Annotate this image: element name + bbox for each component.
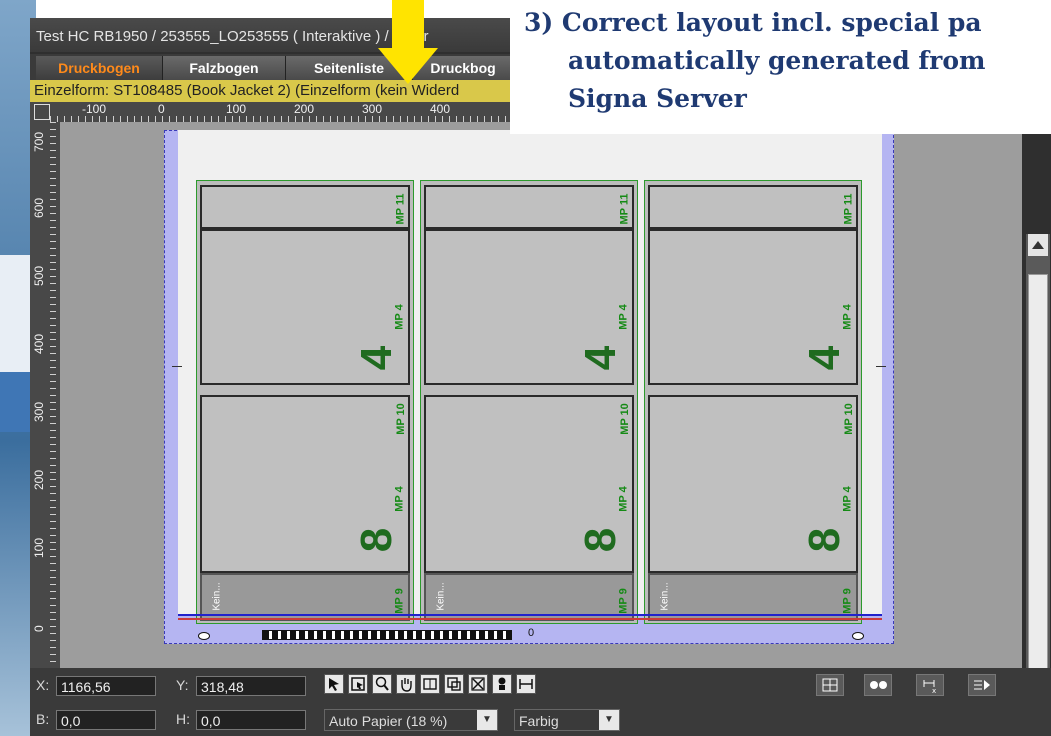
pin-tool-icon[interactable] [492,674,512,694]
flap-panel [200,185,410,229]
mark-label: MP 4 [617,304,630,330]
scroll-thumb[interactable] [1028,274,1048,736]
tab-druckbogen[interactable]: Druckbogen [36,56,163,80]
ruler-label: 400 [430,102,451,116]
mark-label: MP 4 [393,486,406,512]
register-mark [852,632,864,640]
delete-cross-tool-icon[interactable] [468,674,488,694]
mark-label: MP 10 [842,403,855,435]
tab-falzbogen[interactable]: Falzbogen [163,56,286,80]
height-field[interactable]: 0,0 [196,710,306,730]
chevron-down-icon[interactable]: ▼ [477,710,497,730]
annotation-line-3: Signa Server [568,84,747,113]
signature-number: 8 [800,527,850,553]
kein-label: Kein... [659,582,671,611]
sheet-edge-line [178,614,882,616]
signature-number: 8 [352,527,402,553]
ruler-label: 0 [158,102,165,116]
annotation-line-1: 3) Correct layout incl. special pa [524,8,982,37]
flap-panel [648,185,858,229]
select-arrow-tool-icon[interactable] [324,674,344,694]
print-sheet[interactable]: MP 11 MP 4 4 MP 10 MP 4 8 Kein... MP 9 M… [164,130,894,644]
x-label: X: [36,677,50,693]
paper-select-value: Auto Papier (18 %) [329,713,448,729]
ruler-label: 300 [362,102,383,116]
ruler-label: 600 [32,197,46,218]
vertical-ruler[interactable]: 700 600 500 400 300 200 100 0 [30,122,60,668]
color-control-strip [262,630,512,640]
status-bar: X: 1166,56 Y: 318,48 B: 0,0 H: 0,0 Auto … [30,668,1051,736]
register-mark [198,632,210,640]
annotation-callout: 3) Correct layout incl. special pa autom… [510,0,1051,134]
color-select[interactable]: Farbig ▼ [514,709,620,731]
mark-label: MP 11 [394,193,407,225]
fit-width-icon[interactable]: x [916,674,944,696]
color-select-value: Farbig [519,713,559,729]
mark-label: MP 9 [841,588,854,614]
ruler-label: 100 [226,102,247,116]
vertical-scrollbar[interactable] [1026,234,1050,736]
chevron-down-icon[interactable]: ▼ [599,710,619,730]
mark-label: MP 4 [841,304,854,330]
signature-number: 8 [576,527,626,553]
ruler-label: -100 [82,102,107,116]
mark-label: MP 4 [617,486,630,512]
mark-label: MP 10 [618,403,631,435]
ruler-label: 100 [32,537,46,558]
grid-view-icon[interactable] [816,674,844,696]
ruler-label: 400 [32,333,46,354]
mark-label: MP 10 [394,403,407,435]
form-column[interactable]: MP 11 MP 4 4 MP 10 MP 4 8 Kein... MP 9 [196,180,414,624]
frame-select-tool-icon[interactable] [348,674,368,694]
ruler-ticks [50,122,56,668]
yellow-arrow-icon [378,0,438,84]
ruler-label: 0 [32,625,46,632]
scroll-up-button[interactable] [1028,234,1048,256]
ruler-label: 200 [294,102,315,116]
y-coordinate-field[interactable]: 318,48 [196,676,306,696]
zoom-tool-icon[interactable] [372,674,392,694]
mark-label: MP 11 [842,193,855,225]
kein-label: Kein... [211,582,223,611]
scale-label: 0 [528,627,535,639]
sheet-edge-line [178,618,882,620]
side-mark [172,366,182,367]
settings-gears-icon[interactable] [864,674,892,696]
paper-select[interactable]: Auto Papier (18 %) ▼ [324,709,498,731]
measure-tool-icon[interactable] [516,674,536,694]
b-label: B: [36,711,50,727]
signature-number: 4 [352,345,402,371]
width-field[interactable]: 0,0 [56,710,156,730]
side-mark [876,366,886,367]
signature-number: 4 [800,345,850,371]
mark-label: MP 9 [617,588,630,614]
kein-label: Kein... [435,582,447,611]
svg-text:x: x [932,687,936,695]
hand-tool-icon[interactable] [396,674,416,694]
h-label: H: [176,711,190,727]
mark-label: MP 11 [618,193,631,225]
annotation-line-2: automatically generated from [568,46,986,75]
mark-label: MP 4 [393,304,406,330]
flap-panel [424,185,634,229]
form-column[interactable]: MP 11 MP 4 4 MP 10 MP 4 8 Kein... MP 9 [644,180,862,624]
form-column[interactable]: MP 11 MP 4 4 MP 10 MP 4 8 Kein... MP 9 [420,180,638,624]
duplicate-tool-icon[interactable] [444,674,464,694]
ruler-label: 200 [32,469,46,490]
x-coordinate-field[interactable]: 1166,56 [56,676,156,696]
export-icon[interactable] [968,674,996,696]
ruler-label: 700 [32,131,46,152]
y-label: Y: [176,677,189,693]
ruler-label: 300 [32,401,46,422]
ruler-origin-icon[interactable] [34,104,50,120]
mark-label: MP 4 [841,486,854,512]
signature-number: 4 [576,345,626,371]
ruler-label: 500 [32,265,46,286]
crop-tool-icon[interactable] [420,674,440,694]
mark-label: MP 9 [393,588,406,614]
